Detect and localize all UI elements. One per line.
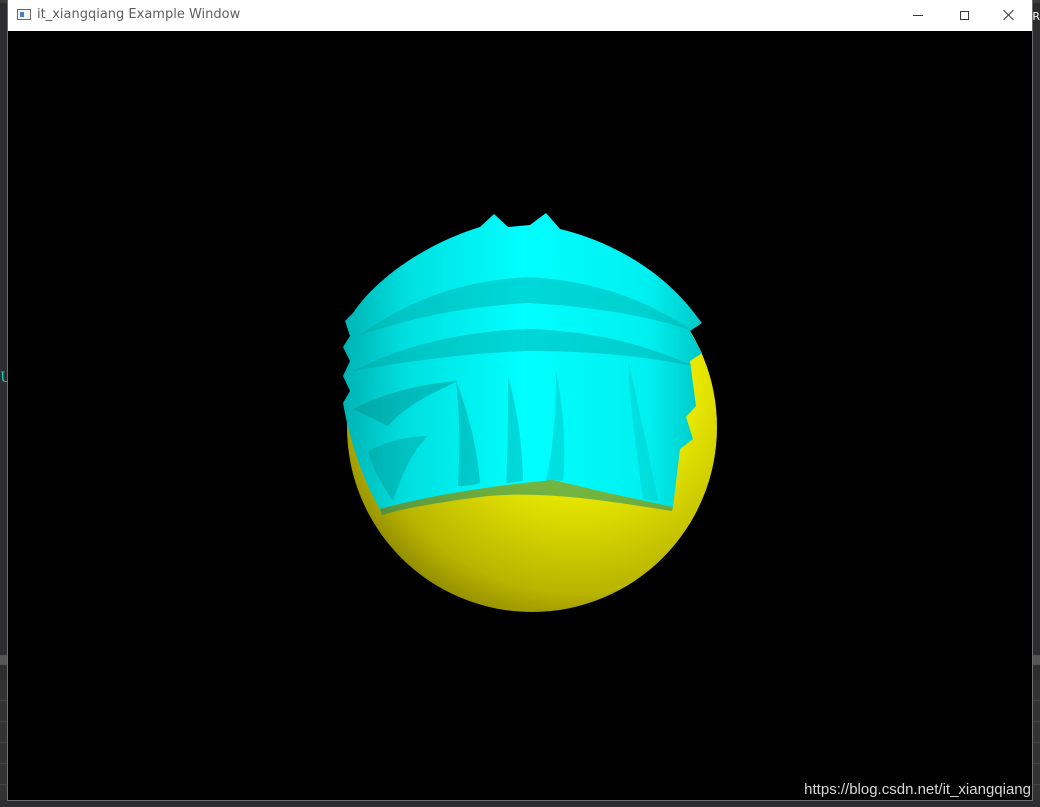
close-button[interactable]	[986, 0, 1032, 30]
maximize-button[interactable]	[941, 0, 987, 30]
background-right-bar	[1032, 655, 1040, 665]
render-viewport[interactable]: https://blog.csdn.net/it_xiangqiang	[8, 31, 1032, 800]
minimize-icon	[913, 14, 923, 16]
background-right-glyph: R	[1032, 10, 1040, 23]
maximize-icon	[959, 10, 969, 20]
close-icon	[1003, 9, 1015, 21]
background-left-panel	[0, 680, 8, 800]
background-left-bar	[0, 655, 8, 665]
minimize-button[interactable]	[895, 0, 941, 30]
example-window: it_xiangqiang Example Window https://blo…	[8, 0, 1032, 800]
window-title: it_xiangqiang Example Window	[37, 7, 241, 22]
app-window-icon	[17, 9, 31, 20]
watermark-url: https://blog.csdn.net/it_xiangqiang	[804, 781, 1031, 798]
3d-scene	[343, 213, 717, 612]
background-right-panel	[1032, 680, 1040, 800]
window-titlebar[interactable]: it_xiangqiang Example Window	[8, 0, 1032, 32]
